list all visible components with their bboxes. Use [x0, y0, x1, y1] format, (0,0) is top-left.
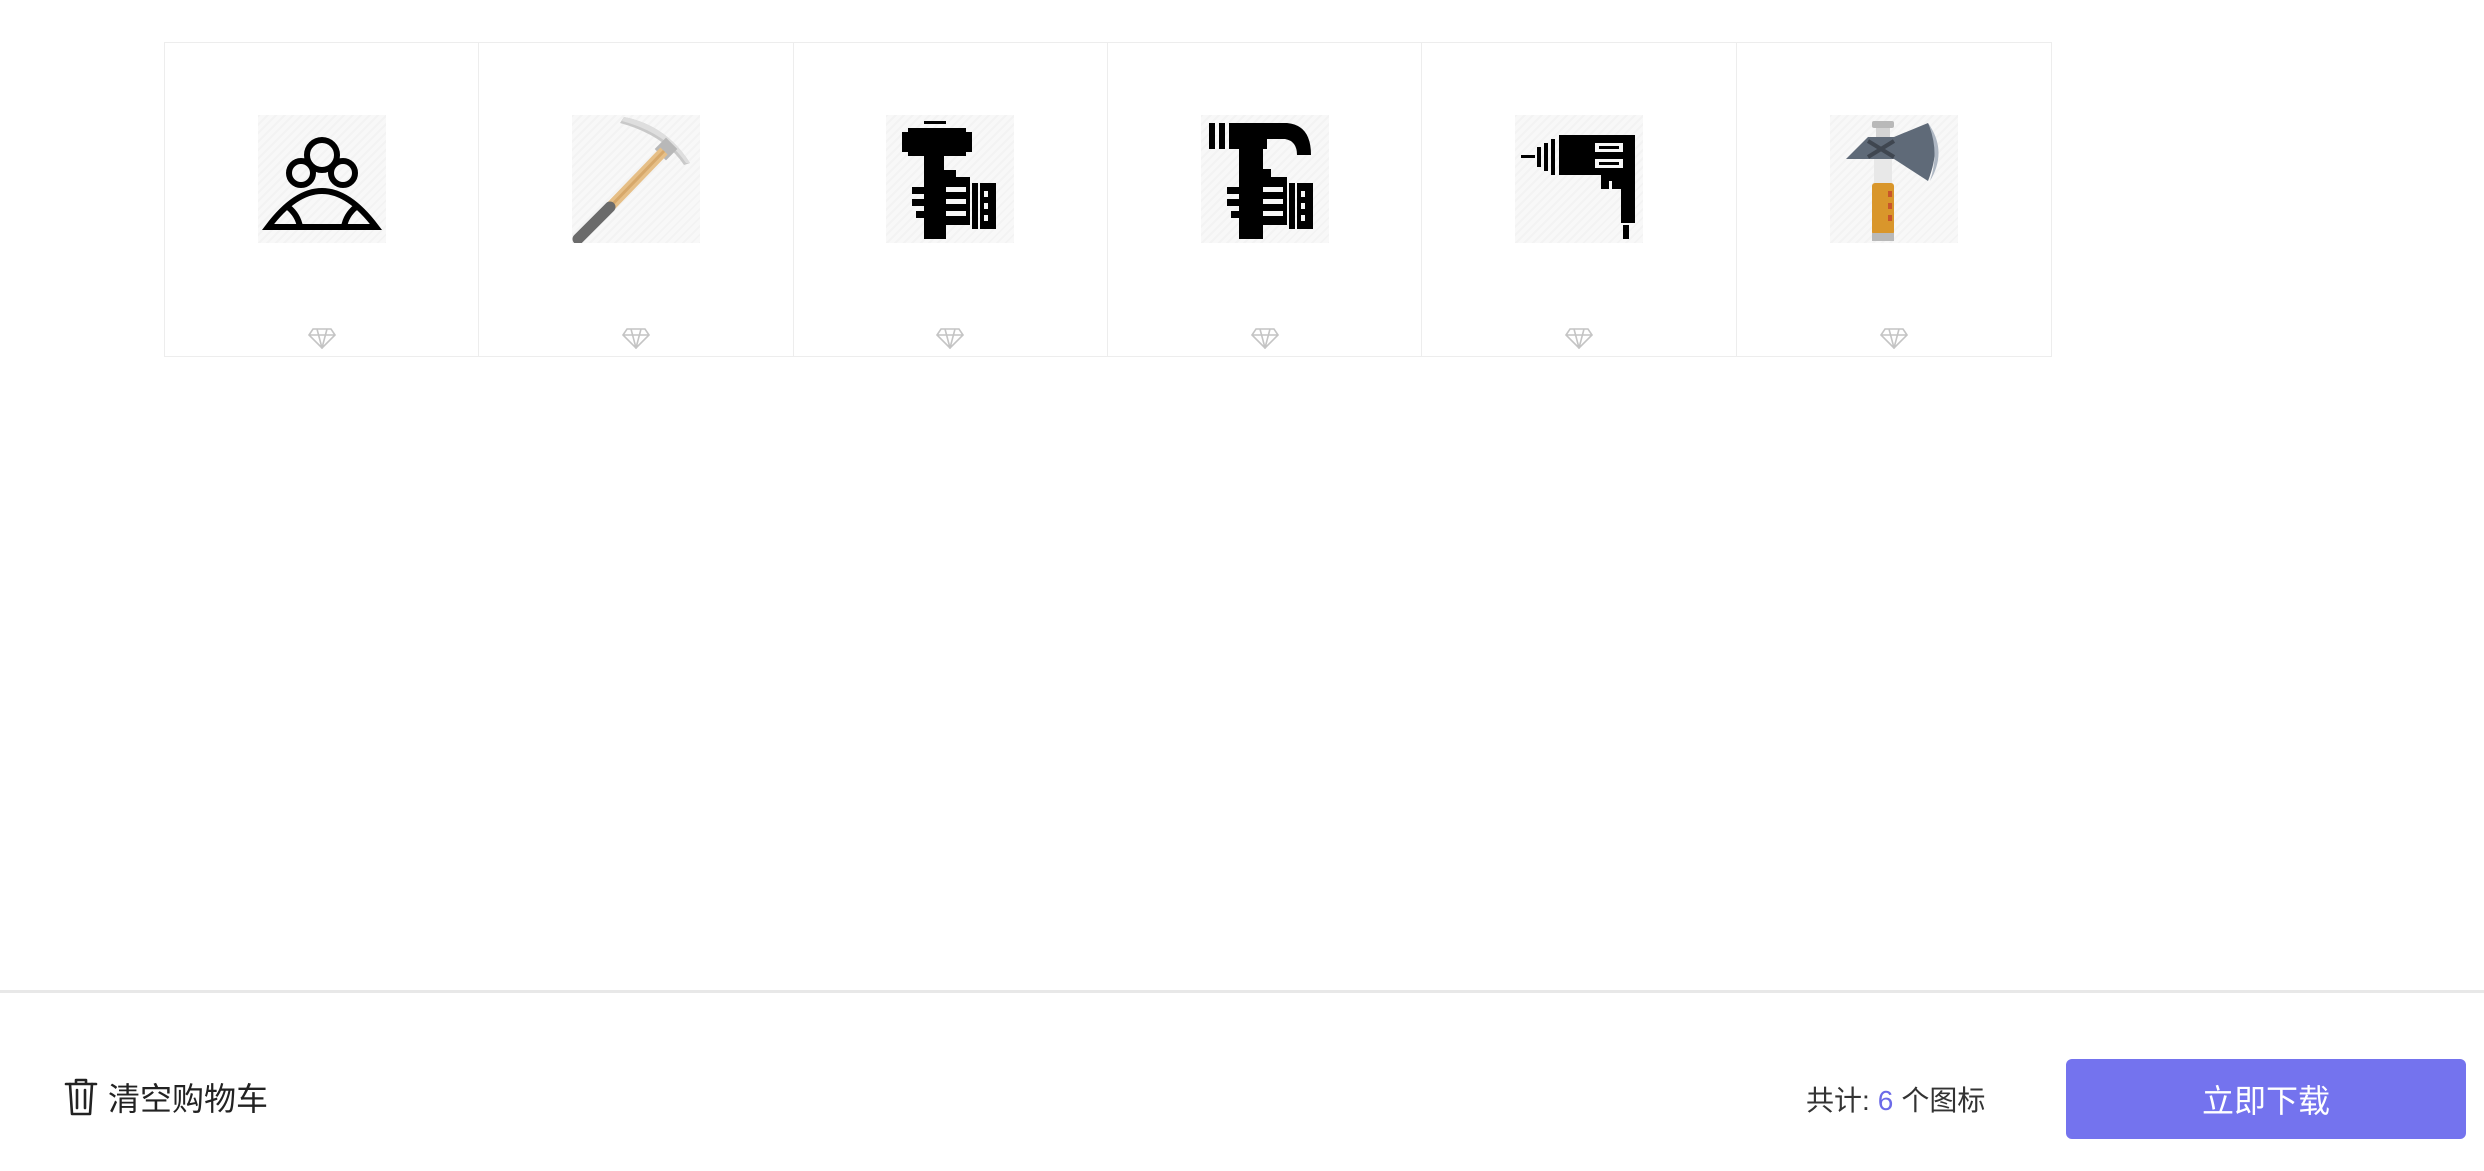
diamond-icon	[936, 327, 965, 349]
hand-holding-claw-hammer-icon	[1208, 123, 1313, 239]
group-of-people-icon	[261, 137, 382, 230]
icon-thumbnail[interactable]	[1200, 115, 1329, 243]
icon-card[interactable]	[479, 43, 794, 356]
diamond-icon	[1564, 327, 1593, 349]
diamond-icon	[1250, 327, 1279, 349]
total-count: 6	[1877, 1085, 1894, 1116]
icon-card[interactable]	[1422, 43, 1737, 356]
cart-footer: 清空购物车 共计: 6 个图标 立即下载	[0, 990, 2484, 1171]
clear-cart-button[interactable]: 清空购物车	[64, 1075, 268, 1119]
diamond-icon	[307, 327, 336, 349]
icon-thumbnail[interactable]	[571, 115, 700, 243]
axe-icon	[1845, 121, 1939, 241]
icon-thumbnail[interactable]	[257, 115, 386, 243]
pickaxe-icon	[572, 117, 690, 243]
icon-card[interactable]	[1108, 43, 1423, 356]
icon-card[interactable]	[165, 43, 480, 356]
icon-total: 共计: 6 个图标	[1806, 1079, 1985, 1119]
total-suffix: 个图标	[1901, 1085, 1986, 1116]
total-prefix: 共计:	[1806, 1085, 1870, 1116]
icon-thumbnail[interactable]	[1514, 115, 1643, 243]
cart-page: 清空购物车 共计: 6 个图标 立即下载	[0, 0, 2484, 1171]
clear-cart-label: 清空购物车	[108, 1081, 269, 1117]
icon-card[interactable]	[794, 43, 1108, 356]
trash-icon	[64, 1078, 98, 1116]
hand-holding-hammer-icon	[902, 121, 997, 239]
diamond-icon	[1879, 327, 1908, 349]
icon-thumbnail[interactable]	[886, 115, 1015, 243]
power-drill-icon	[1520, 135, 1635, 239]
icon-card[interactable]	[1737, 43, 2051, 356]
icon-grid	[164, 42, 2052, 357]
diamond-icon	[621, 327, 650, 349]
download-now-button[interactable]: 立即下载	[2066, 1059, 2466, 1139]
icon-thumbnail[interactable]	[1829, 115, 1958, 243]
